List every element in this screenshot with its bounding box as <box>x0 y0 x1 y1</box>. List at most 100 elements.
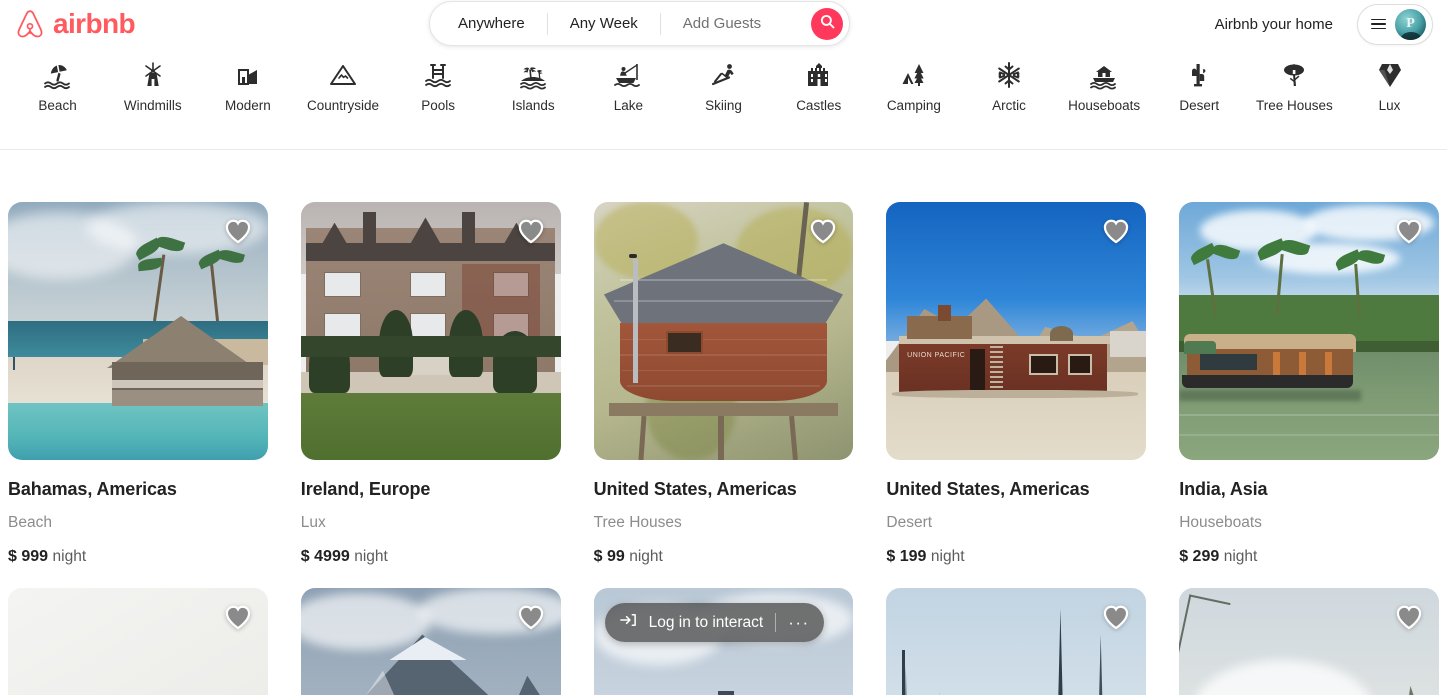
listing-title: India, Asia <box>1179 479 1268 499</box>
category-islands[interactable]: Islands <box>486 60 581 113</box>
pool-icon <box>423 60 453 90</box>
listings-container: Bahamas, Americas Beach $ 999 night Irel… <box>0 150 1447 695</box>
price-currency: $ <box>886 548 896 565</box>
listing-category: Beach <box>8 514 52 531</box>
category-label: Desert <box>1179 98 1220 113</box>
category-label: Lux <box>1378 98 1401 113</box>
hamburger-menu-icon[interactable] <box>1371 18 1386 30</box>
user-avatar[interactable]: P <box>1395 8 1426 40</box>
price-currency: $ <box>300 548 310 565</box>
listing-price: $ 4999 night <box>301 548 561 566</box>
category-label: Islands <box>511 98 555 113</box>
listing-card[interactable] <box>886 588 1147 695</box>
airbnb-wordmark: airbnb <box>53 8 136 39</box>
category-camping[interactable]: Camping <box>866 60 961 113</box>
listing-image-desert[interactable]: UNION PACIFIC <box>886 202 1147 460</box>
header-right-group: Airbnb your home P <box>1205 3 1433 45</box>
tent-tree-icon <box>899 60 929 90</box>
listings-grid: Bahamas, Americas Beach $ 999 night Irel… <box>8 202 1439 695</box>
category-tree-houses[interactable]: Tree Houses <box>1247 60 1342 113</box>
listing-card[interactable]: Log in to interact ··· <box>593 588 854 695</box>
category-modern[interactable]: Modern <box>200 60 295 113</box>
category-arctic[interactable]: Arctic <box>961 60 1056 113</box>
airbnb-logo[interactable]: airbnb <box>14 8 136 40</box>
category-countryside[interactable]: Countryside <box>295 60 390 113</box>
favorite-heart-icon[interactable] <box>517 218 545 249</box>
snowflake-icon <box>994 60 1024 90</box>
category-houseboats[interactable]: Houseboats <box>1057 60 1152 113</box>
airbnb-your-home-link[interactable]: Airbnb your home <box>1205 8 1343 41</box>
favorite-heart-icon[interactable] <box>224 604 252 635</box>
favorite-heart-icon[interactable] <box>224 218 252 249</box>
listing-card[interactable]: India, Asia Houseboats $ 299 night <box>1179 202 1439 566</box>
price-amount: 299 <box>1192 548 1220 565</box>
price-currency: $ <box>8 548 17 565</box>
listing-image-houseboat[interactable] <box>1179 202 1439 460</box>
listing-image-winter-trees[interactable] <box>886 588 1147 695</box>
favorite-heart-icon[interactable] <box>1102 604 1130 635</box>
listing-image-white[interactable] <box>8 588 268 695</box>
listing-title: United States, Americas <box>593 479 797 499</box>
listing-image-treehouse[interactable] <box>593 202 854 460</box>
listing-card[interactable] <box>1179 588 1439 695</box>
category-lake[interactable]: Lake <box>581 60 676 113</box>
listing-category: Tree Houses <box>593 514 682 531</box>
favorite-heart-icon[interactable] <box>809 218 837 249</box>
listing-price: $ 99 night <box>594 548 854 566</box>
listing-image-mountain[interactable] <box>300 588 561 695</box>
listing-image-misty-mountain[interactable] <box>1179 588 1439 695</box>
cactus-icon <box>1184 60 1214 90</box>
listing-card[interactable]: Bahamas, Americas Beach $ 999 night <box>8 202 268 566</box>
listing-image-beach[interactable] <box>8 202 268 460</box>
listing-price: $ 999 night <box>8 548 268 566</box>
category-label: Tree Houses <box>1256 98 1333 113</box>
listing-card[interactable]: Ireland, Europe Lux $ 4999 night <box>300 202 561 566</box>
login-overlay-divider <box>775 613 777 632</box>
login-overlay-pill[interactable]: Log in to interact ··· <box>604 603 824 642</box>
search-guests[interactable]: Add Guests <box>661 15 773 32</box>
category-label: Lake <box>613 98 644 113</box>
favorite-heart-icon[interactable] <box>1395 604 1423 635</box>
favorite-heart-icon[interactable] <box>517 604 545 635</box>
category-desert[interactable]: Desert <box>1152 60 1247 113</box>
login-overlay-label: Log in to interact <box>648 613 764 631</box>
favorite-heart-icon[interactable] <box>1395 218 1423 249</box>
listing-category: Desert <box>886 514 933 531</box>
modern-house-icon <box>233 60 263 90</box>
category-castles[interactable]: Castles <box>771 60 866 113</box>
search-bar[interactable]: Anywhere Any Week Add Guests <box>429 1 850 46</box>
category-label: Castles <box>796 98 842 113</box>
listing-title: Ireland, Europe <box>300 479 431 499</box>
listing-price: $ 299 night <box>1179 548 1439 566</box>
category-label: Countryside <box>306 98 380 113</box>
favorite-heart-icon[interactable] <box>1102 218 1130 249</box>
listing-price: $ 199 night <box>886 548 1146 566</box>
listing-title: United States, Americas <box>886 479 1090 499</box>
price-unit: night <box>354 548 388 565</box>
price-unit: night <box>930 548 965 565</box>
sign-in-arrow-icon <box>619 612 637 633</box>
listing-card[interactable]: United States, Americas Tree Houses $ 99… <box>593 202 854 566</box>
diamond-icon <box>1375 60 1405 90</box>
category-label: Windmills <box>123 98 182 113</box>
category-skiing[interactable]: Skiing <box>676 60 771 113</box>
airbnb-logo-icon <box>14 8 46 40</box>
category-beach[interactable]: Beach <box>10 60 105 113</box>
mountain-icon <box>328 60 358 90</box>
search-location[interactable]: Anywhere <box>430 15 547 32</box>
category-pools[interactable]: Pools <box>391 60 486 113</box>
listing-card[interactable]: UNION PACIFIC United States, Americas De… <box>886 202 1147 566</box>
listing-card[interactable] <box>300 588 561 695</box>
listing-card[interactable] <box>8 588 268 695</box>
listing-title: Bahamas, Americas <box>8 479 177 499</box>
overlay-more-button[interactable]: ··· <box>788 614 809 631</box>
listing-image-manor[interactable] <box>300 202 561 460</box>
search-dates[interactable]: Any Week <box>548 15 660 32</box>
search-button[interactable] <box>811 7 843 40</box>
category-label: Camping <box>886 98 941 113</box>
user-menu-button[interactable]: P <box>1357 3 1433 45</box>
price-amount: 199 <box>899 548 927 565</box>
listing-image-castle[interactable]: Log in to interact ··· <box>593 588 854 695</box>
category-lux[interactable]: Lux <box>1342 60 1437 113</box>
category-windmills[interactable]: Windmills <box>105 60 200 113</box>
